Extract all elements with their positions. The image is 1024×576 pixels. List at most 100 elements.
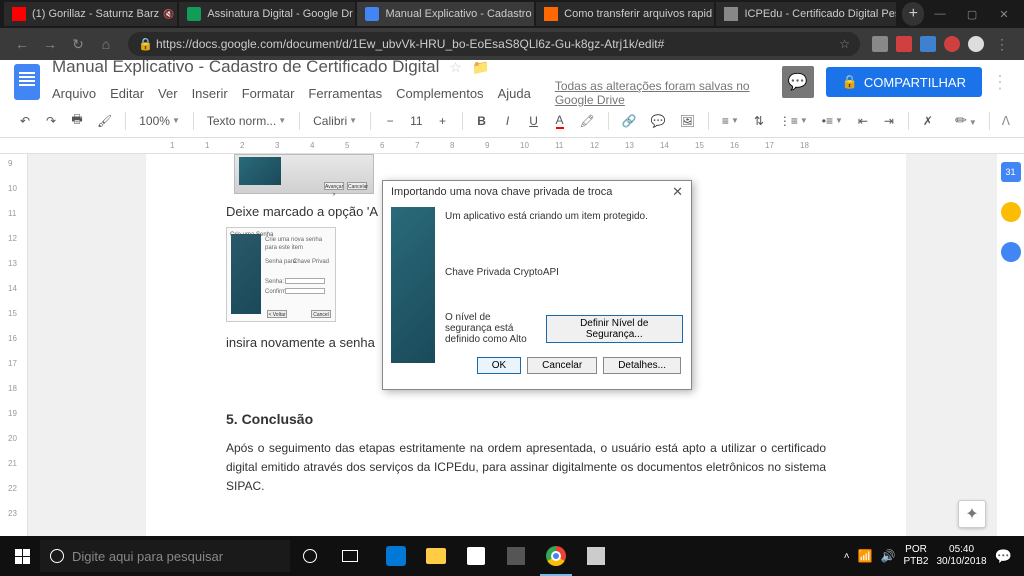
tray-chevron-icon[interactable]: ˄ [844, 551, 850, 562]
share-button[interactable]: 🔒 COMPARTILHAR [826, 67, 982, 97]
highlight-button[interactable]: 🖍 [575, 111, 600, 131]
language-indicator[interactable]: PORPTB2 [903, 544, 928, 568]
close-icon[interactable]: ✕ [672, 184, 683, 200]
forward-button[interactable]: → [38, 32, 62, 56]
line-spacing-button[interactable]: ⇅ [748, 111, 770, 131]
explorer-icon[interactable] [416, 536, 456, 576]
indent-increase-button[interactable]: ⇥ [878, 111, 900, 131]
cancel-button[interactable]: Cancelar [527, 357, 597, 374]
mute-icon[interactable]: 🔇 [163, 9, 174, 20]
star-icon[interactable]: ☆ [449, 59, 462, 76]
zoom-select[interactable]: 100%▼ [134, 111, 185, 131]
security-level-button[interactable]: Definir Nível de Segurança... [546, 315, 684, 343]
cortana-icon[interactable] [290, 536, 330, 576]
right-sidebar: 31 [996, 154, 1024, 536]
tab-label: Como transferir arquivos rapid [564, 8, 712, 20]
menu-file[interactable]: Arquivo [52, 86, 96, 101]
paint-format-button[interactable]: 🖌 [92, 111, 117, 131]
underline-button[interactable]: U [523, 111, 545, 131]
clear-format-button[interactable]: ✗ [917, 111, 939, 131]
font-select[interactable]: Calibri▼ [308, 111, 362, 131]
image-button[interactable]: 🖼 [675, 111, 700, 131]
bullet-list-button[interactable]: •≡▼ [817, 111, 848, 131]
close-window-button[interactable]: ✕ [988, 2, 1020, 26]
italic-button[interactable]: I [497, 111, 519, 131]
menu-tools[interactable]: Ferramentas [308, 86, 382, 101]
vertical-ruler[interactable]: 91011121314151617181920212223 [0, 154, 28, 536]
keep-icon[interactable] [1001, 202, 1021, 222]
menu-addons[interactable]: Complementos [396, 86, 483, 101]
store-icon[interactable] [456, 536, 496, 576]
move-icon[interactable]: 📁 [472, 59, 489, 76]
browser-tab-0[interactable]: (1) Gorillaz - Saturnz Barz 🔇 × [4, 2, 177, 26]
collapse-button[interactable]: ᐱ [1002, 114, 1010, 128]
taskbar-search[interactable]: Digite aqui para pesquisar [40, 540, 290, 572]
text-color-button[interactable]: A [549, 110, 571, 132]
calendar-icon[interactable]: 31 [1001, 162, 1021, 182]
network-icon[interactable]: 📶 [858, 549, 873, 563]
font-size-increase[interactable]: + [432, 111, 454, 131]
new-tab-button[interactable]: + [902, 2, 924, 26]
font-size-decrease[interactable]: − [379, 111, 401, 131]
menu-view[interactable]: Ver [158, 86, 178, 101]
horizontal-ruler[interactable]: 1123456789101112131415161718 [0, 138, 1024, 154]
ok-button[interactable]: OK [477, 357, 521, 374]
extension-icon[interactable] [944, 36, 960, 52]
star-icon[interactable]: ☆ [839, 37, 850, 51]
volume-icon[interactable]: 🔊 [881, 549, 896, 563]
font-size-input[interactable]: 11 [405, 111, 427, 131]
menu-button[interactable]: ⋮ [990, 32, 1014, 56]
edit-mode-button[interactable]: ✏▼ [955, 112, 977, 129]
notifications-icon[interactable]: 💬 [995, 548, 1012, 565]
home-button[interactable]: ⌂ [94, 32, 118, 56]
tab-label: Manual Explicativo - Cadastro [385, 8, 531, 20]
browser-tab-1[interactable]: Assinatura Digital - Google Dr × [179, 2, 355, 26]
dialog-message: O nível de segurança está definido como … [445, 312, 538, 345]
reload-button[interactable]: ↻ [66, 32, 90, 56]
profile-icon[interactable] [968, 36, 984, 52]
minimize-button[interactable]: — [924, 2, 956, 26]
menu-format[interactable]: Formatar [242, 86, 295, 101]
toolbar: ↶ ↷ 🖶 🖌 100%▼ Texto norm...▼ Calibri▼ − … [0, 104, 1024, 138]
back-button[interactable]: ← [10, 32, 34, 56]
bold-button[interactable]: B [471, 111, 493, 131]
extension-icon[interactable] [896, 36, 912, 52]
document-title[interactable]: Manual Explicativo - Cadastro de Certifi… [52, 57, 439, 77]
chrome-icon[interactable] [536, 536, 576, 576]
clock[interactable]: 05:4030/10/2018 [937, 544, 987, 568]
tab-label: ICPEdu - Certificado Digital Pes [744, 8, 896, 20]
link-button[interactable]: 🔗 [617, 111, 642, 131]
details-button[interactable]: Detalhes... [603, 357, 681, 374]
share-label: COMPARTILHAR [864, 75, 966, 90]
menu-insert[interactable]: Inserir [192, 86, 228, 101]
app-icon[interactable] [496, 536, 536, 576]
explore-button[interactable]: ✦ [958, 500, 986, 528]
menu-help[interactable]: Ajuda [498, 86, 531, 101]
tasks-icon[interactable] [1001, 242, 1021, 262]
comments-button[interactable]: 💬 [782, 66, 814, 98]
account-menu[interactable]: ⋮ [990, 72, 1010, 93]
edge-icon[interactable] [376, 536, 416, 576]
style-select[interactable]: Texto norm...▼ [202, 111, 291, 131]
browser-tab-2[interactable]: Manual Explicativo - Cadastro × [357, 2, 534, 26]
print-button[interactable]: 🖶 [66, 107, 88, 134]
redo-button[interactable]: ↷ [40, 111, 62, 131]
docs-logo-icon[interactable] [14, 64, 40, 100]
comment-button[interactable]: 💬 [646, 111, 671, 131]
url-input[interactable]: 🔒 https://docs.google.com/document/d/1Ew… [128, 32, 860, 56]
indent-decrease-button[interactable]: ⇤ [852, 111, 874, 131]
extension-icon[interactable] [920, 36, 936, 52]
maximize-button[interactable]: ▢ [956, 2, 988, 26]
start-button[interactable] [4, 538, 40, 574]
browser-tab-3[interactable]: Como transferir arquivos rapid × [536, 2, 714, 26]
app-icon[interactable] [576, 536, 616, 576]
taskview-icon[interactable] [330, 536, 370, 576]
menu-edit[interactable]: Editar [110, 86, 144, 101]
extension-icon[interactable] [872, 36, 888, 52]
numbered-list-button[interactable]: ⋮≡▼ [774, 111, 813, 131]
browser-tab-4[interactable]: ICPEdu - Certificado Digital Pes × [716, 2, 896, 26]
save-status[interactable]: Todas as alterações foram salvas no Goog… [555, 79, 782, 107]
align-button[interactable]: ≡▼ [717, 111, 744, 131]
menu-bar: Arquivo Editar Ver Inserir Formatar Ferr… [52, 79, 782, 107]
undo-button[interactable]: ↶ [14, 111, 36, 131]
